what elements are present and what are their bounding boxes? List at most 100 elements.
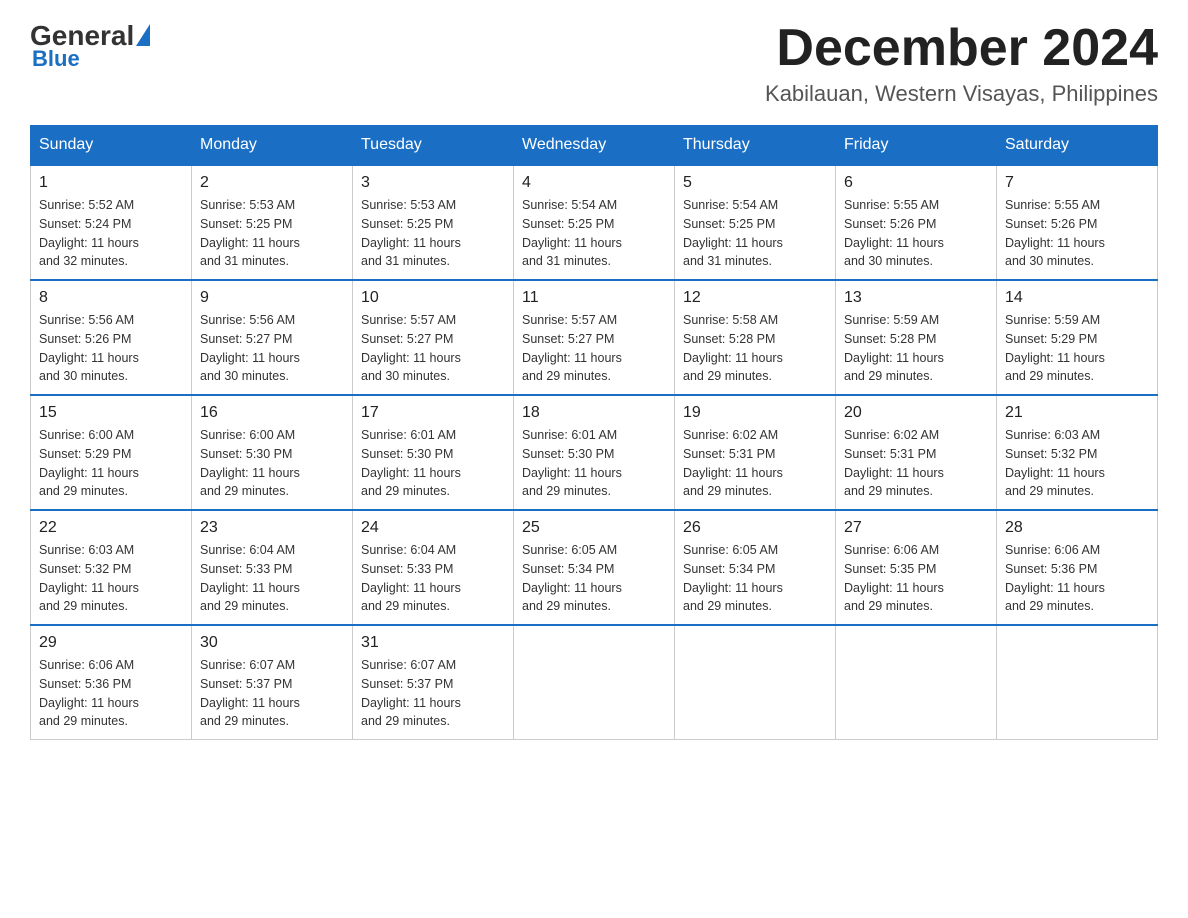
page-header: General Blue December 2024 Kabilauan, We… bbox=[30, 20, 1158, 107]
logo-triangle-icon bbox=[136, 24, 150, 46]
calendar-week-row: 22Sunrise: 6:03 AMSunset: 5:32 PMDayligh… bbox=[31, 510, 1158, 625]
day-detail: Sunrise: 6:03 AMSunset: 5:32 PMDaylight:… bbox=[1005, 426, 1149, 501]
calendar-cell: 6 Sunrise: 5:55 AMSunset: 5:26 PMDaylight… bbox=[836, 165, 997, 280]
calendar-cell: 14 Sunrise: 5:59 AMSunset: 5:29 PMDayligh… bbox=[997, 280, 1158, 395]
day-number: 1 bbox=[39, 174, 183, 192]
day-number: 8 bbox=[39, 289, 183, 307]
day-detail: Sunrise: 6:01 AMSunset: 5:30 PMDaylight:… bbox=[522, 426, 666, 501]
logo-blue-text: Blue bbox=[32, 46, 80, 72]
day-number: 13 bbox=[844, 289, 988, 307]
calendar-week-row: 8 Sunrise: 5:56 AMSunset: 5:26 PMDaylight… bbox=[31, 280, 1158, 395]
title-section: December 2024 Kabilauan, Western Visayas… bbox=[765, 20, 1158, 107]
weekday-header-saturday: Saturday bbox=[997, 126, 1158, 166]
calendar-cell: 13Sunrise: 5:59 AMSunset: 5:28 PMDayligh… bbox=[836, 280, 997, 395]
calendar-cell: 8 Sunrise: 5:56 AMSunset: 5:26 PMDaylight… bbox=[31, 280, 192, 395]
location-title: Kabilauan, Western Visayas, Philippines bbox=[765, 81, 1158, 107]
day-number: 23 bbox=[200, 519, 344, 537]
day-number: 5 bbox=[683, 174, 827, 192]
day-detail: Sunrise: 6:04 AMSunset: 5:33 PMDaylight:… bbox=[200, 541, 344, 616]
day-number: 25 bbox=[522, 519, 666, 537]
calendar-cell: 23 Sunrise: 6:04 AMSunset: 5:33 PMDayligh… bbox=[192, 510, 353, 625]
day-detail: Sunrise: 6:02 AMSunset: 5:31 PMDaylight:… bbox=[683, 426, 827, 501]
weekday-header-wednesday: Wednesday bbox=[514, 126, 675, 166]
day-detail: Sunrise: 6:05 AMSunset: 5:34 PMDaylight:… bbox=[522, 541, 666, 616]
calendar-cell: 22Sunrise: 6:03 AMSunset: 5:32 PMDayligh… bbox=[31, 510, 192, 625]
day-detail: Sunrise: 5:56 AMSunset: 5:26 PMDaylight:… bbox=[39, 311, 183, 386]
day-detail: Sunrise: 5:55 AMSunset: 5:26 PMDaylight:… bbox=[1005, 196, 1149, 271]
day-number: 29 bbox=[39, 634, 183, 652]
day-number: 19 bbox=[683, 404, 827, 422]
day-number: 10 bbox=[361, 289, 505, 307]
day-detail: Sunrise: 6:02 AMSunset: 5:31 PMDaylight:… bbox=[844, 426, 988, 501]
day-number: 9 bbox=[200, 289, 344, 307]
day-number: 20 bbox=[844, 404, 988, 422]
calendar-cell: 5 Sunrise: 5:54 AMSunset: 5:25 PMDaylight… bbox=[675, 165, 836, 280]
calendar-cell: 16 Sunrise: 6:00 AMSunset: 5:30 PMDayligh… bbox=[192, 395, 353, 510]
day-number: 4 bbox=[522, 174, 666, 192]
day-detail: Sunrise: 5:52 AMSunset: 5:24 PMDaylight:… bbox=[39, 196, 183, 271]
calendar-cell: 12 Sunrise: 5:58 AMSunset: 5:28 PMDayligh… bbox=[675, 280, 836, 395]
day-number: 7 bbox=[1005, 174, 1149, 192]
calendar-cell: 2Sunrise: 5:53 AMSunset: 5:25 PMDaylight… bbox=[192, 165, 353, 280]
weekday-header-monday: Monday bbox=[192, 126, 353, 166]
calendar-cell: 31Sunrise: 6:07 AMSunset: 5:37 PMDayligh… bbox=[353, 625, 514, 740]
calendar-cell bbox=[675, 625, 836, 740]
day-number: 16 bbox=[200, 404, 344, 422]
calendar-cell bbox=[997, 625, 1158, 740]
day-detail: Sunrise: 5:59 AMSunset: 5:29 PMDaylight:… bbox=[1005, 311, 1149, 386]
calendar-cell: 19 Sunrise: 6:02 AMSunset: 5:31 PMDayligh… bbox=[675, 395, 836, 510]
day-detail: Sunrise: 6:05 AMSunset: 5:34 PMDaylight:… bbox=[683, 541, 827, 616]
day-detail: Sunrise: 6:06 AMSunset: 5:35 PMDaylight:… bbox=[844, 541, 988, 616]
day-number: 22 bbox=[39, 519, 183, 537]
calendar-week-row: 1 Sunrise: 5:52 AMSunset: 5:24 PMDaylight… bbox=[31, 165, 1158, 280]
day-detail: Sunrise: 6:00 AMSunset: 5:30 PMDaylight:… bbox=[200, 426, 344, 501]
day-detail: Sunrise: 6:07 AMSunset: 5:37 PMDaylight:… bbox=[200, 656, 344, 731]
calendar-cell: 24 Sunrise: 6:04 AMSunset: 5:33 PMDayligh… bbox=[353, 510, 514, 625]
calendar-cell: 21 Sunrise: 6:03 AMSunset: 5:32 PMDayligh… bbox=[997, 395, 1158, 510]
day-number: 24 bbox=[361, 519, 505, 537]
calendar-cell: 27 Sunrise: 6:06 AMSunset: 5:35 PMDayligh… bbox=[836, 510, 997, 625]
day-number: 28 bbox=[1005, 519, 1149, 537]
day-number: 14 bbox=[1005, 289, 1149, 307]
weekday-header-thursday: Thursday bbox=[675, 126, 836, 166]
calendar-cell bbox=[514, 625, 675, 740]
day-number: 3 bbox=[361, 174, 505, 192]
day-number: 18 bbox=[522, 404, 666, 422]
day-detail: Sunrise: 6:00 AMSunset: 5:29 PMDaylight:… bbox=[39, 426, 183, 501]
calendar-cell: 28Sunrise: 6:06 AMSunset: 5:36 PMDayligh… bbox=[997, 510, 1158, 625]
day-detail: Sunrise: 5:57 AMSunset: 5:27 PMDaylight:… bbox=[361, 311, 505, 386]
calendar-week-row: 15 Sunrise: 6:00 AMSunset: 5:29 PMDayligh… bbox=[31, 395, 1158, 510]
calendar-cell: 30 Sunrise: 6:07 AMSunset: 5:37 PMDayligh… bbox=[192, 625, 353, 740]
calendar-cell: 1 Sunrise: 5:52 AMSunset: 5:24 PMDaylight… bbox=[31, 165, 192, 280]
day-number: 11 bbox=[522, 289, 666, 307]
calendar-cell bbox=[836, 625, 997, 740]
day-detail: Sunrise: 6:04 AMSunset: 5:33 PMDaylight:… bbox=[361, 541, 505, 616]
calendar-cell: 20 Sunrise: 6:02 AMSunset: 5:31 PMDayligh… bbox=[836, 395, 997, 510]
calendar-table: SundayMondayTuesdayWednesdayThursdayFrid… bbox=[30, 125, 1158, 740]
calendar-cell: 10 Sunrise: 5:57 AMSunset: 5:27 PMDayligh… bbox=[353, 280, 514, 395]
day-detail: Sunrise: 6:01 AMSunset: 5:30 PMDaylight:… bbox=[361, 426, 505, 501]
calendar-cell: 4 Sunrise: 5:54 AMSunset: 5:25 PMDaylight… bbox=[514, 165, 675, 280]
day-detail: Sunrise: 5:54 AMSunset: 5:25 PMDaylight:… bbox=[683, 196, 827, 271]
calendar-cell: 9 Sunrise: 5:56 AMSunset: 5:27 PMDaylight… bbox=[192, 280, 353, 395]
day-number: 15 bbox=[39, 404, 183, 422]
day-detail: Sunrise: 5:56 AMSunset: 5:27 PMDaylight:… bbox=[200, 311, 344, 386]
day-detail: Sunrise: 5:57 AMSunset: 5:27 PMDaylight:… bbox=[522, 311, 666, 386]
day-detail: Sunrise: 6:06 AMSunset: 5:36 PMDaylight:… bbox=[39, 656, 183, 731]
day-number: 27 bbox=[844, 519, 988, 537]
day-number: 26 bbox=[683, 519, 827, 537]
day-detail: Sunrise: 5:55 AMSunset: 5:26 PMDaylight:… bbox=[844, 196, 988, 271]
calendar-cell: 26 Sunrise: 6:05 AMSunset: 5:34 PMDayligh… bbox=[675, 510, 836, 625]
day-number: 12 bbox=[683, 289, 827, 307]
day-detail: Sunrise: 5:58 AMSunset: 5:28 PMDaylight:… bbox=[683, 311, 827, 386]
calendar-cell: 25 Sunrise: 6:05 AMSunset: 5:34 PMDayligh… bbox=[514, 510, 675, 625]
calendar-cell: 11 Sunrise: 5:57 AMSunset: 5:27 PMDayligh… bbox=[514, 280, 675, 395]
day-detail: Sunrise: 5:54 AMSunset: 5:25 PMDaylight:… bbox=[522, 196, 666, 271]
day-number: 30 bbox=[200, 634, 344, 652]
weekday-header-sunday: Sunday bbox=[31, 126, 192, 166]
calendar-cell: 29 Sunrise: 6:06 AMSunset: 5:36 PMDayligh… bbox=[31, 625, 192, 740]
weekday-header-row: SundayMondayTuesdayWednesdayThursdayFrid… bbox=[31, 126, 1158, 166]
day-number: 31 bbox=[361, 634, 505, 652]
day-number: 6 bbox=[844, 174, 988, 192]
day-number: 21 bbox=[1005, 404, 1149, 422]
